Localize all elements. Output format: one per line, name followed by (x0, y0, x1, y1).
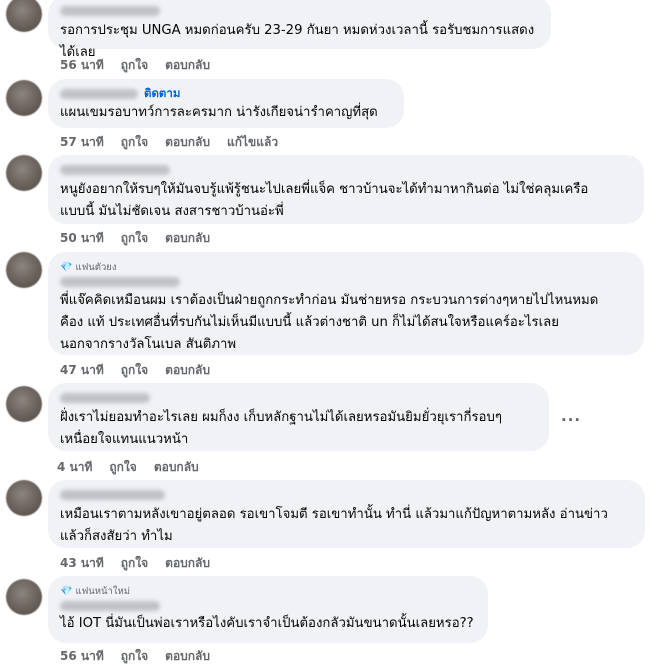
diamond-icon: 💎 (60, 261, 73, 273)
timestamp[interactable]: 43 นาที (60, 554, 104, 573)
fan-badge: 💎 แฟนตัวยง (60, 260, 117, 275)
like-button[interactable]: ถูกใจ (109, 458, 136, 477)
reply-button[interactable]: ตอบกลับ (154, 458, 199, 477)
fan-badge: 💎 แฟนหน้าใหม่ (60, 584, 130, 599)
follow-button[interactable]: ติดตาม (144, 85, 180, 103)
author-name-row (60, 275, 632, 289)
author-name-row: 💎 แฟนหน้าใหม่ (60, 583, 476, 599)
author-name-row (60, 390, 537, 406)
author-name-row (60, 599, 476, 613)
author-name[interactable] (60, 490, 165, 500)
author-name[interactable] (60, 6, 160, 16)
like-button[interactable]: ถูกใจ (121, 647, 148, 666)
comment-bubble: เหมือนเราตามหลังเขาอยู่ตลอด รอเขาโจมตี ร… (48, 480, 645, 548)
like-button[interactable]: ถูกใจ (121, 133, 148, 152)
timestamp[interactable]: 4 นาที (57, 458, 92, 477)
author-name-row: 💎 แฟนตัวยง (60, 259, 632, 275)
author-name[interactable] (60, 89, 138, 99)
avatar[interactable] (6, 386, 42, 422)
reply-button[interactable]: ตอบกลับ (165, 56, 210, 75)
comment-text: เหมือนเราตามหลังเขาอยู่ตลอด รอเขาโจมตี ร… (60, 507, 608, 544)
comment-actions: 56 นาที ถูกใจ ตอบกลับ (60, 647, 210, 666)
comment-bubble: ฝั่งเราไม่ยอมทำอะไรเลย ผมก็งง เก็บหลักฐา… (48, 383, 549, 451)
like-button[interactable]: ถูกใจ (121, 361, 148, 380)
timestamp[interactable]: 56 นาที (60, 56, 104, 75)
fan-badge-label: แฟนหน้าใหม่ (75, 585, 131, 597)
comment-actions: 4 นาที ถูกใจ ตอบกลับ (57, 458, 199, 477)
comment-text: ไอ้ IOT นี่มันเป็นพ่อเราหรือไงคับเราจำเป… (60, 616, 474, 631)
comment-bubble: หนูยังอยากให้รบๆให้มันจบรู้แพ้รู้ชนะไปเล… (48, 155, 644, 224)
comment-actions: 47 นาที ถูกใจ ตอบกลับ (60, 361, 210, 380)
author-name[interactable] (60, 393, 150, 403)
like-button[interactable]: ถูกใจ (121, 229, 148, 248)
comment-bubble: 💎 แฟนตัวยง พี่แจ๊คคิดเหมือนผม เราต้องเป็… (48, 252, 644, 355)
more-options-icon[interactable]: ··· (561, 411, 581, 429)
reply-button[interactable]: ตอบกลับ (165, 133, 210, 152)
reply-button[interactable]: ตอบกลับ (165, 361, 210, 380)
author-name-row (60, 487, 633, 503)
timestamp[interactable]: 57 นาที (60, 133, 104, 152)
reply-button[interactable]: ตอบกลับ (165, 554, 210, 573)
edited-label: แก้ไขแล้ว (227, 135, 279, 149)
author-name[interactable] (60, 165, 170, 175)
diamond-icon: 💎 (60, 585, 73, 597)
comment-actions: 50 นาที ถูกใจ ตอบกลับ (60, 229, 210, 248)
avatar[interactable] (6, 480, 42, 516)
reply-button[interactable]: ตอบกลับ (165, 229, 210, 248)
timestamp[interactable]: 50 นาที (60, 229, 104, 248)
author-name-row: ติดตาม (60, 86, 392, 102)
like-button[interactable]: ถูกใจ (121, 554, 148, 573)
comment-text: พี่แจ๊คคิดเหมือนผม เราต้องเป็นฝ่ายถูกกระ… (60, 293, 599, 352)
comment-actions: 43 นาที ถูกใจ ตอบกลับ (60, 554, 210, 573)
comment-bubble: รอการประชุม UNGA หมดก่อนครับ 23-29 กันยา… (48, 0, 551, 60)
comment-bubble: 💎 แฟนหน้าใหม่ ไอ้ IOT นี่มันเป็นพ่อเราหร… (48, 576, 488, 643)
avatar[interactable] (6, 0, 42, 32)
timestamp[interactable]: 56 นาที (60, 647, 104, 666)
comment-bubble: ติดตาม แผนเขมรอบาทว์การละครมาก น่ารังเกี… (48, 79, 404, 128)
author-name-row (60, 162, 632, 178)
fan-badge-label: แฟนตัวยง (75, 261, 117, 273)
comment-text: ฝั่งเราไม่ยอมทำอะไรเลย ผมก็งง เก็บหลักฐา… (60, 410, 502, 447)
comment-text: หนูยังอยากให้รบๆให้มันจบรู้แพ้รู้ชนะไปเล… (60, 182, 589, 219)
avatar[interactable] (6, 80, 42, 116)
author-name[interactable] (60, 601, 160, 611)
avatar[interactable] (6, 252, 42, 288)
comment-actions: 57 นาที ถูกใจ ตอบกลับ แก้ไขแล้ว (60, 133, 278, 152)
avatar[interactable] (6, 155, 42, 191)
comment-text: แผนเขมรอบาทว์การละครมาก น่ารังเกียจน่ารำ… (60, 105, 378, 120)
like-button[interactable]: ถูกใจ (121, 56, 148, 75)
reply-button[interactable]: ตอบกลับ (165, 647, 210, 666)
comment-actions: 56 นาที ถูกใจ ตอบกลับ (60, 56, 210, 75)
timestamp[interactable]: 47 นาที (60, 361, 104, 380)
author-name[interactable] (60, 277, 180, 287)
avatar[interactable] (6, 579, 42, 615)
author-name-row (60, 3, 539, 19)
